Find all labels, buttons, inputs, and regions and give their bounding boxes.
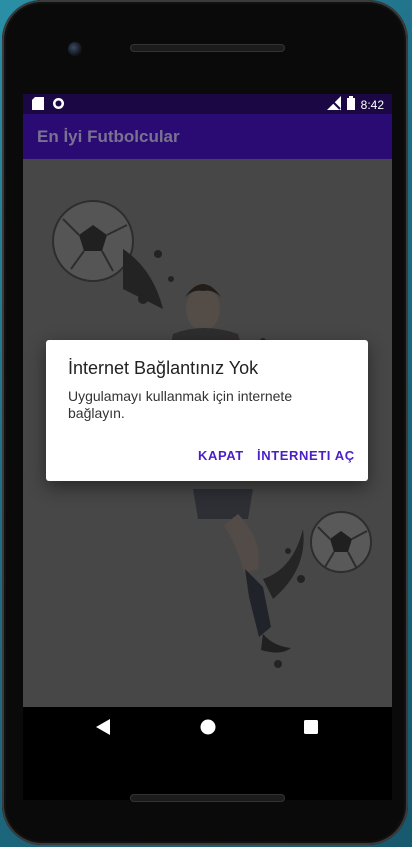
- dialog-title: İnternet Bağlantınız Yok: [68, 358, 259, 378]
- device-screen: 8:42 En İyi Futbolcular İnternet Bağlant…: [23, 94, 392, 800]
- navigation-bar: [23, 707, 392, 751]
- home-icon[interactable]: [200, 719, 216, 740]
- phone-frame: 8:42 En İyi Futbolcular İnternet Bağlant…: [2, 0, 408, 845]
- app-title: En İyi Futbolcular: [37, 127, 180, 146]
- app-bar: En İyi Futbolcular: [23, 114, 392, 159]
- status-time: 8:42: [360, 97, 384, 112]
- back-icon[interactable]: [96, 719, 110, 740]
- status-bar: 8:42: [23, 94, 392, 114]
- open-internet-button[interactable]: İNTERNETI AÇ: [257, 448, 355, 463]
- earpiece-speaker: [130, 44, 285, 52]
- dialog-message: Uygulamayı kullanmak için internete bağl…: [68, 388, 293, 421]
- battery-icon: [346, 96, 355, 113]
- front-camera: [68, 42, 82, 56]
- sd-card-icon: [32, 97, 44, 113]
- no-signal-icon: [326, 96, 341, 113]
- close-button[interactable]: KAPAT: [198, 448, 244, 463]
- recents-icon[interactable]: [304, 720, 318, 739]
- sync-icon: [52, 97, 65, 113]
- no-internet-dialog: İnternet Bağlantınız Yok Uygulamayı kull…: [46, 340, 368, 481]
- bottom-speaker: [130, 794, 285, 802]
